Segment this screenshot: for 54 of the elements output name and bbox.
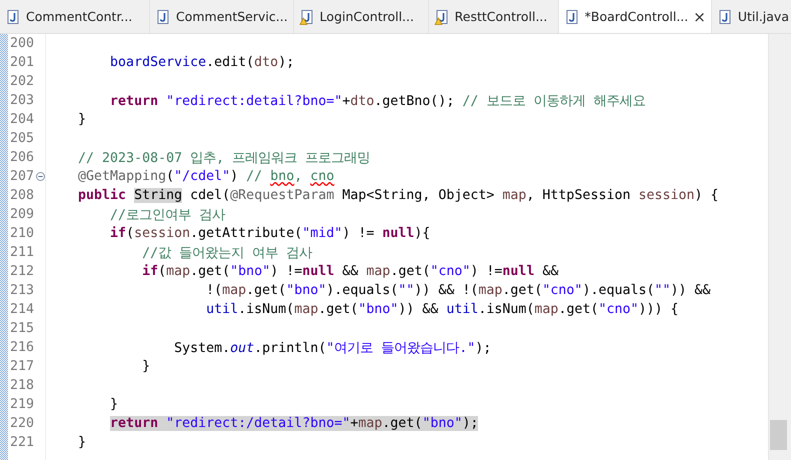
code-line: } — [142, 359, 150, 374]
line-number: 201 — [10, 55, 34, 70]
line-number: 220 — [10, 416, 34, 431]
java-file-warning-icon — [298, 8, 315, 24]
code-line: } — [78, 435, 86, 450]
code-line: !(map.get("bno").equals("")) && !(map.get("cno").equals("")) && — [206, 283, 711, 298]
code-line: return "redirect:detail?bno="+dto.getBno(); // 보드로 이동하게 해주세요 — [110, 92, 646, 110]
line-number: 206 — [10, 150, 34, 165]
line-number: 214 — [10, 302, 34, 317]
editor-tab[interactable]: CommentServic... — [150, 0, 294, 33]
line-number: 210 — [10, 226, 34, 241]
editor-tab[interactable]: CommentContr... — [0, 0, 150, 33]
code-line: boardService.edit(dto); — [110, 55, 294, 70]
line-number: 217 — [10, 359, 34, 374]
line-number: 221 — [10, 435, 34, 450]
line-number: 212 — [10, 264, 34, 279]
java-file-warning-icon — [434, 8, 450, 24]
line-number: 205 — [10, 131, 34, 146]
line-number: 207 — [10, 169, 34, 184]
line-number: 211 — [10, 245, 34, 260]
scrollbar[interactable] — [768, 34, 791, 460]
java-file-icon — [564, 8, 580, 24]
java-file-icon — [716, 8, 733, 24]
code-line: if(map.get("bno") !=null && map.get("cno") !=null && — [142, 264, 558, 279]
line-number: 204 — [10, 112, 34, 127]
line-number: 216 — [10, 340, 34, 355]
editor-tab[interactable]: Util.java — [712, 0, 791, 33]
code-line: System.out.println("여기로 들어왔습니다."); — [174, 340, 492, 356]
editor-tab[interactable]: ResttControll... — [428, 0, 559, 33]
code-line: // 2023-08-07 입추, 프레임워크 프로그래밍 — [78, 150, 370, 166]
line-number: 202 — [10, 74, 34, 89]
editor-tab[interactable]: LoginControll... — [294, 0, 429, 33]
line-number: 209 — [10, 207, 34, 222]
line-number: 215 — [10, 321, 34, 336]
line-number: 203 — [10, 93, 34, 108]
scroll-thumb[interactable] — [770, 420, 787, 450]
code-line: //로그인여부 검사 — [110, 206, 226, 224]
close-icon[interactable]: × — [693, 8, 706, 26]
editor-tab[interactable]: *BoardControll... × — [558, 0, 712, 33]
line-number: 213 — [10, 283, 34, 298]
line-number: 200 — [10, 36, 34, 51]
code-line: //값 들어왔는지 여부 검사 — [142, 244, 312, 262]
java-file-icon — [155, 8, 171, 24]
code-line: if(session.getAttribute("mid") != null){ — [110, 226, 430, 241]
line-number: 218 — [10, 378, 34, 393]
collapse-icon[interactable] — [36, 172, 45, 181]
code-line: @GetMapping("/cdel") // bno, cno — [78, 169, 334, 184]
code-line: } — [78, 112, 86, 127]
line-number: 208 — [10, 188, 34, 203]
line-number: 219 — [10, 397, 34, 412]
java-file-icon — [5, 8, 21, 24]
code-line: util.isNum(map.get("bno")) && util.isNum(map.get("cno"))) { — [206, 302, 679, 317]
code-line: public String cdel(@RequestParam Map<String, Object> map, HttpSession session) { — [78, 188, 719, 203]
code-line: } — [110, 397, 118, 412]
